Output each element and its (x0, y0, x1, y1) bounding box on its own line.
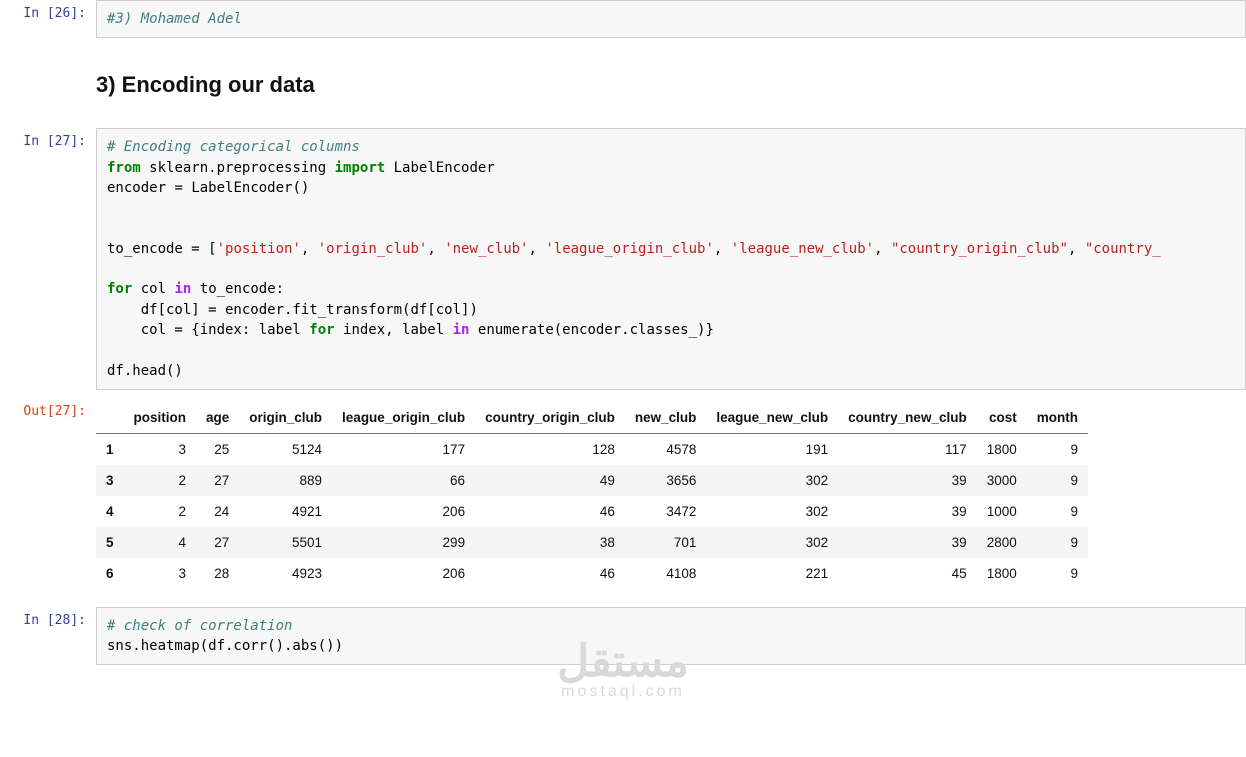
column-header: new_club (625, 402, 707, 434)
code-cell-28: In [28]: # check of correlation sns.heat… (0, 607, 1246, 666)
column-header: origin_club (239, 402, 332, 434)
cell: 117 (838, 433, 977, 465)
cell: 39 (838, 496, 977, 527)
cell: 4108 (625, 558, 707, 589)
column-header: league_origin_club (332, 402, 475, 434)
cell: 27 (196, 527, 239, 558)
cell: 2800 (977, 527, 1027, 558)
table-row: 422449212064634723023910009 (96, 496, 1088, 527)
cell: 4923 (239, 558, 332, 589)
cell: 302 (706, 527, 838, 558)
cell: 45 (838, 558, 977, 589)
cell: 701 (625, 527, 707, 558)
cell: 128 (475, 433, 625, 465)
column-header: country_origin_club (475, 402, 625, 434)
row-index: 4 (96, 496, 124, 527)
column-header: position (124, 402, 197, 434)
cell: 9 (1027, 558, 1088, 589)
cell: 206 (332, 496, 475, 527)
cell: 49 (475, 465, 625, 496)
cell: 1000 (977, 496, 1027, 527)
cell: 66 (332, 465, 475, 496)
cell: 46 (475, 558, 625, 589)
string-literal: "country_ (1085, 241, 1161, 257)
cell: 39 (838, 465, 977, 496)
cell: 206 (332, 558, 475, 589)
comment-text: # check of correlation (107, 618, 292, 634)
row-index: 1 (96, 433, 124, 465)
cell: 3 (124, 433, 197, 465)
cell: 3656 (625, 465, 707, 496)
cell: 4578 (625, 433, 707, 465)
cell: 889 (239, 465, 332, 496)
cell: 24 (196, 496, 239, 527)
column-header: age (196, 402, 239, 434)
string-literal: 'position' (217, 241, 301, 257)
cell: 302 (706, 496, 838, 527)
table-row: 54275501299387013023928009 (96, 527, 1088, 558)
markdown-cell: 3) Encoding our data (0, 46, 1246, 120)
prompt-in-26: In [26]: (0, 0, 96, 38)
code-cell-27: In [27]: # Encoding categorical columns … (0, 128, 1246, 390)
table-row: 13255124177128457819111718009 (96, 433, 1088, 465)
column-header: country_new_club (838, 402, 977, 434)
cell: 1800 (977, 558, 1027, 589)
cell: 5501 (239, 527, 332, 558)
code-cell-26: In [26]: #3) Mohamed Adel (0, 0, 1246, 38)
prompt-out-27: Out[27]: (0, 398, 96, 599)
index-header (96, 402, 124, 434)
cell: 3000 (977, 465, 1027, 496)
cell: 1800 (977, 433, 1027, 465)
section-heading: 3) Encoding our data (96, 72, 1246, 98)
dataframe-table: positionageorigin_clubleague_origin_club… (96, 402, 1088, 589)
comment-text: # Encoding categorical columns (107, 139, 360, 155)
cell: 3 (124, 558, 197, 589)
cell: 3472 (625, 496, 707, 527)
output-cell-27: Out[27]: positionageorigin_clubleague_or… (0, 398, 1246, 599)
string-literal: "country_origin_club" (891, 241, 1068, 257)
cell: 39 (838, 527, 977, 558)
cell: 4 (124, 527, 197, 558)
code-input-28[interactable]: # check of correlation sns.heatmap(df.co… (96, 607, 1246, 666)
cell: 221 (706, 558, 838, 589)
cell: 9 (1027, 496, 1088, 527)
cell: 28 (196, 558, 239, 589)
row-index: 5 (96, 527, 124, 558)
cell: 25 (196, 433, 239, 465)
code-input-26[interactable]: #3) Mohamed Adel (96, 0, 1246, 38)
cell: 9 (1027, 433, 1088, 465)
cell: 9 (1027, 465, 1088, 496)
column-header: league_new_club (706, 402, 838, 434)
watermark-latin: mostaql.com (557, 684, 689, 700)
prompt-in-27: In [27]: (0, 128, 96, 390)
cell: 38 (475, 527, 625, 558)
cell: 2 (124, 496, 197, 527)
column-header: month (1027, 402, 1088, 434)
cell: 9 (1027, 527, 1088, 558)
column-header: cost (977, 402, 1027, 434)
cell: 299 (332, 527, 475, 558)
table-body: 1325512417712845781911171800932278896649… (96, 433, 1088, 589)
string-list: 'position', 'origin_club', 'new_club', '… (217, 241, 1161, 257)
comment-text: #3) Mohamed Adel (107, 11, 242, 27)
string-literal: 'origin_club' (318, 241, 428, 257)
cell: 302 (706, 465, 838, 496)
cell: 191 (706, 433, 838, 465)
cell: 177 (332, 433, 475, 465)
table-row: 3227889664936563023930009 (96, 465, 1088, 496)
prompt-in-28: In [28]: (0, 607, 96, 666)
cell: 4921 (239, 496, 332, 527)
cell: 46 (475, 496, 625, 527)
string-literal: 'league_origin_club' (545, 241, 714, 257)
cell: 5124 (239, 433, 332, 465)
row-index: 6 (96, 558, 124, 589)
string-literal: 'new_club' (444, 241, 528, 257)
code-input-27[interactable]: # Encoding categorical columns from skle… (96, 128, 1246, 390)
string-literal: 'league_new_club' (731, 241, 874, 257)
cell: 27 (196, 465, 239, 496)
row-index: 3 (96, 465, 124, 496)
table-header-row: positionageorigin_clubleague_origin_club… (96, 402, 1088, 434)
cell: 2 (124, 465, 197, 496)
table-row: 632849232064641082214518009 (96, 558, 1088, 589)
